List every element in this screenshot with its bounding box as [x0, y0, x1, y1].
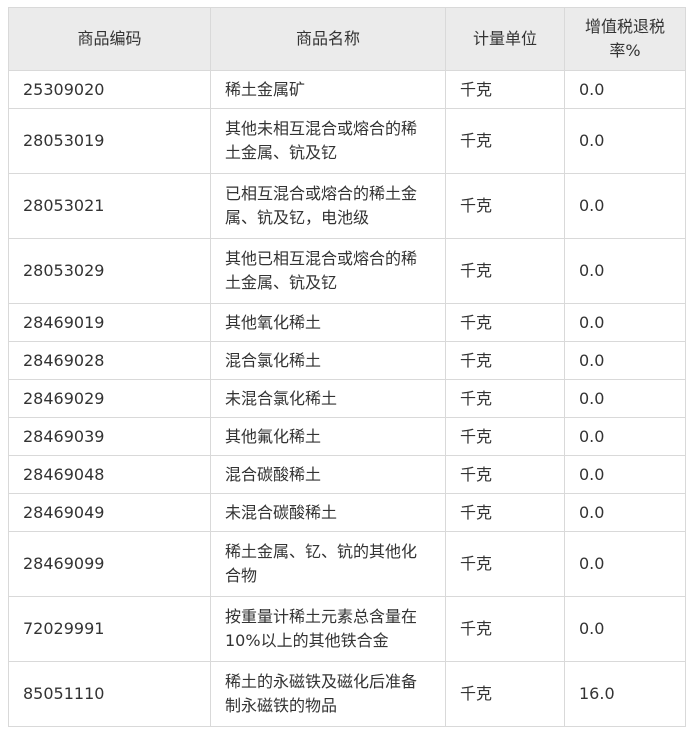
cell-code: 28469029: [8, 379, 211, 418]
cell-unit: 千克: [445, 108, 565, 174]
cell-rate: 0.0: [564, 173, 686, 239]
cell-rate: 0.0: [564, 341, 686, 380]
cell-name: 稀土金属、钇、钪的其他化合物: [210, 531, 446, 597]
cell-unit: 千克: [445, 303, 565, 342]
cell-unit: 千克: [445, 531, 565, 597]
cell-name: 混合碳酸稀土: [210, 455, 446, 494]
cell-code: 28053019: [8, 108, 211, 174]
header-name: 商品名称: [210, 7, 446, 71]
rebate-table-container: 商品编码 商品名称 计量单位 增值税退税率% 25309020 稀土金属矿 千克…: [8, 7, 686, 727]
cell-code: 28469049: [8, 493, 211, 532]
cell-code: 28469099: [8, 531, 211, 597]
table-row: 72029991 按重量计稀土元素总含量在10%以上的其他铁合金 千克 0.0: [8, 596, 686, 662]
cell-unit: 千克: [445, 379, 565, 418]
table-row: 28469049 未混合碳酸稀土 千克 0.0: [8, 493, 686, 532]
cell-rate: 0.0: [564, 531, 686, 597]
cell-unit: 千克: [445, 661, 565, 727]
table-row: 28053021 已相互混合或熔合的稀土金属、钪及钇，电池级 千克 0.0: [8, 173, 686, 239]
cell-name: 其他未相互混合或熔合的稀土金属、钪及钇: [210, 108, 446, 174]
cell-unit: 千克: [445, 493, 565, 532]
table-row: 28469028 混合氯化稀土 千克 0.0: [8, 341, 686, 380]
cell-code: 28053021: [8, 173, 211, 239]
cell-name: 已相互混合或熔合的稀土金属、钪及钇，电池级: [210, 173, 446, 239]
table-row: 28469048 混合碳酸稀土 千克 0.0: [8, 455, 686, 494]
cell-rate: 0.0: [564, 596, 686, 662]
cell-name: 未混合氯化稀土: [210, 379, 446, 418]
cell-code: 28469048: [8, 455, 211, 494]
cell-code: 28469028: [8, 341, 211, 380]
cell-rate: 0.0: [564, 303, 686, 342]
cell-rate: 0.0: [564, 493, 686, 532]
cell-name: 未混合碳酸稀土: [210, 493, 446, 532]
header-unit: 计量单位: [445, 7, 565, 71]
cell-name: 稀土的永磁铁及磁化后准备制永磁铁的物品: [210, 661, 446, 727]
cell-code: 85051110: [8, 661, 211, 727]
cell-unit: 千克: [445, 238, 565, 304]
cell-rate: 0.0: [564, 417, 686, 456]
cell-unit: 千克: [445, 417, 565, 456]
cell-code: 72029991: [8, 596, 211, 662]
rebate-table: 商品编码 商品名称 计量单位 增值税退税率% 25309020 稀土金属矿 千克…: [8, 7, 686, 727]
cell-code: 28469019: [8, 303, 211, 342]
cell-rate: 0.0: [564, 108, 686, 174]
cell-code: 28053029: [8, 238, 211, 304]
header-code: 商品编码: [8, 7, 211, 71]
table-row: 28469029 未混合氯化稀土 千克 0.0: [8, 379, 686, 418]
cell-rate: 0.0: [564, 379, 686, 418]
table-row: 28469019 其他氧化稀土 千克 0.0: [8, 303, 686, 342]
cell-name: 按重量计稀土元素总含量在10%以上的其他铁合金: [210, 596, 446, 662]
cell-code: 25309020: [8, 70, 211, 109]
cell-unit: 千克: [445, 341, 565, 380]
cell-name: 其他氧化稀土: [210, 303, 446, 342]
table-row: 25309020 稀土金属矿 千克 0.0: [8, 70, 686, 109]
cell-unit: 千克: [445, 173, 565, 239]
table-row: 85051110 稀土的永磁铁及磁化后准备制永磁铁的物品 千克 16.0: [8, 661, 686, 727]
cell-unit: 千克: [445, 70, 565, 109]
cell-name: 稀土金属矿: [210, 70, 446, 109]
cell-rate: 0.0: [564, 70, 686, 109]
cell-unit: 千克: [445, 596, 565, 662]
cell-name: 混合氯化稀土: [210, 341, 446, 380]
table-row: 28053019 其他未相互混合或熔合的稀土金属、钪及钇 千克 0.0: [8, 108, 686, 174]
header-row: 商品编码 商品名称 计量单位 增值税退税率%: [8, 7, 686, 71]
cell-name: 其他氟化稀土: [210, 417, 446, 456]
cell-rate: 0.0: [564, 238, 686, 304]
cell-unit: 千克: [445, 455, 565, 494]
header-rate: 增值税退税率%: [564, 7, 686, 71]
cell-rate: 16.0: [564, 661, 686, 727]
table-row: 28053029 其他已相互混合或熔合的稀土金属、钪及钇 千克 0.0: [8, 238, 686, 304]
table-row: 28469039 其他氟化稀土 千克 0.0: [8, 417, 686, 456]
cell-name: 其他已相互混合或熔合的稀土金属、钪及钇: [210, 238, 446, 304]
table-row: 28469099 稀土金属、钇、钪的其他化合物 千克 0.0: [8, 531, 686, 597]
cell-rate: 0.0: [564, 455, 686, 494]
cell-code: 28469039: [8, 417, 211, 456]
